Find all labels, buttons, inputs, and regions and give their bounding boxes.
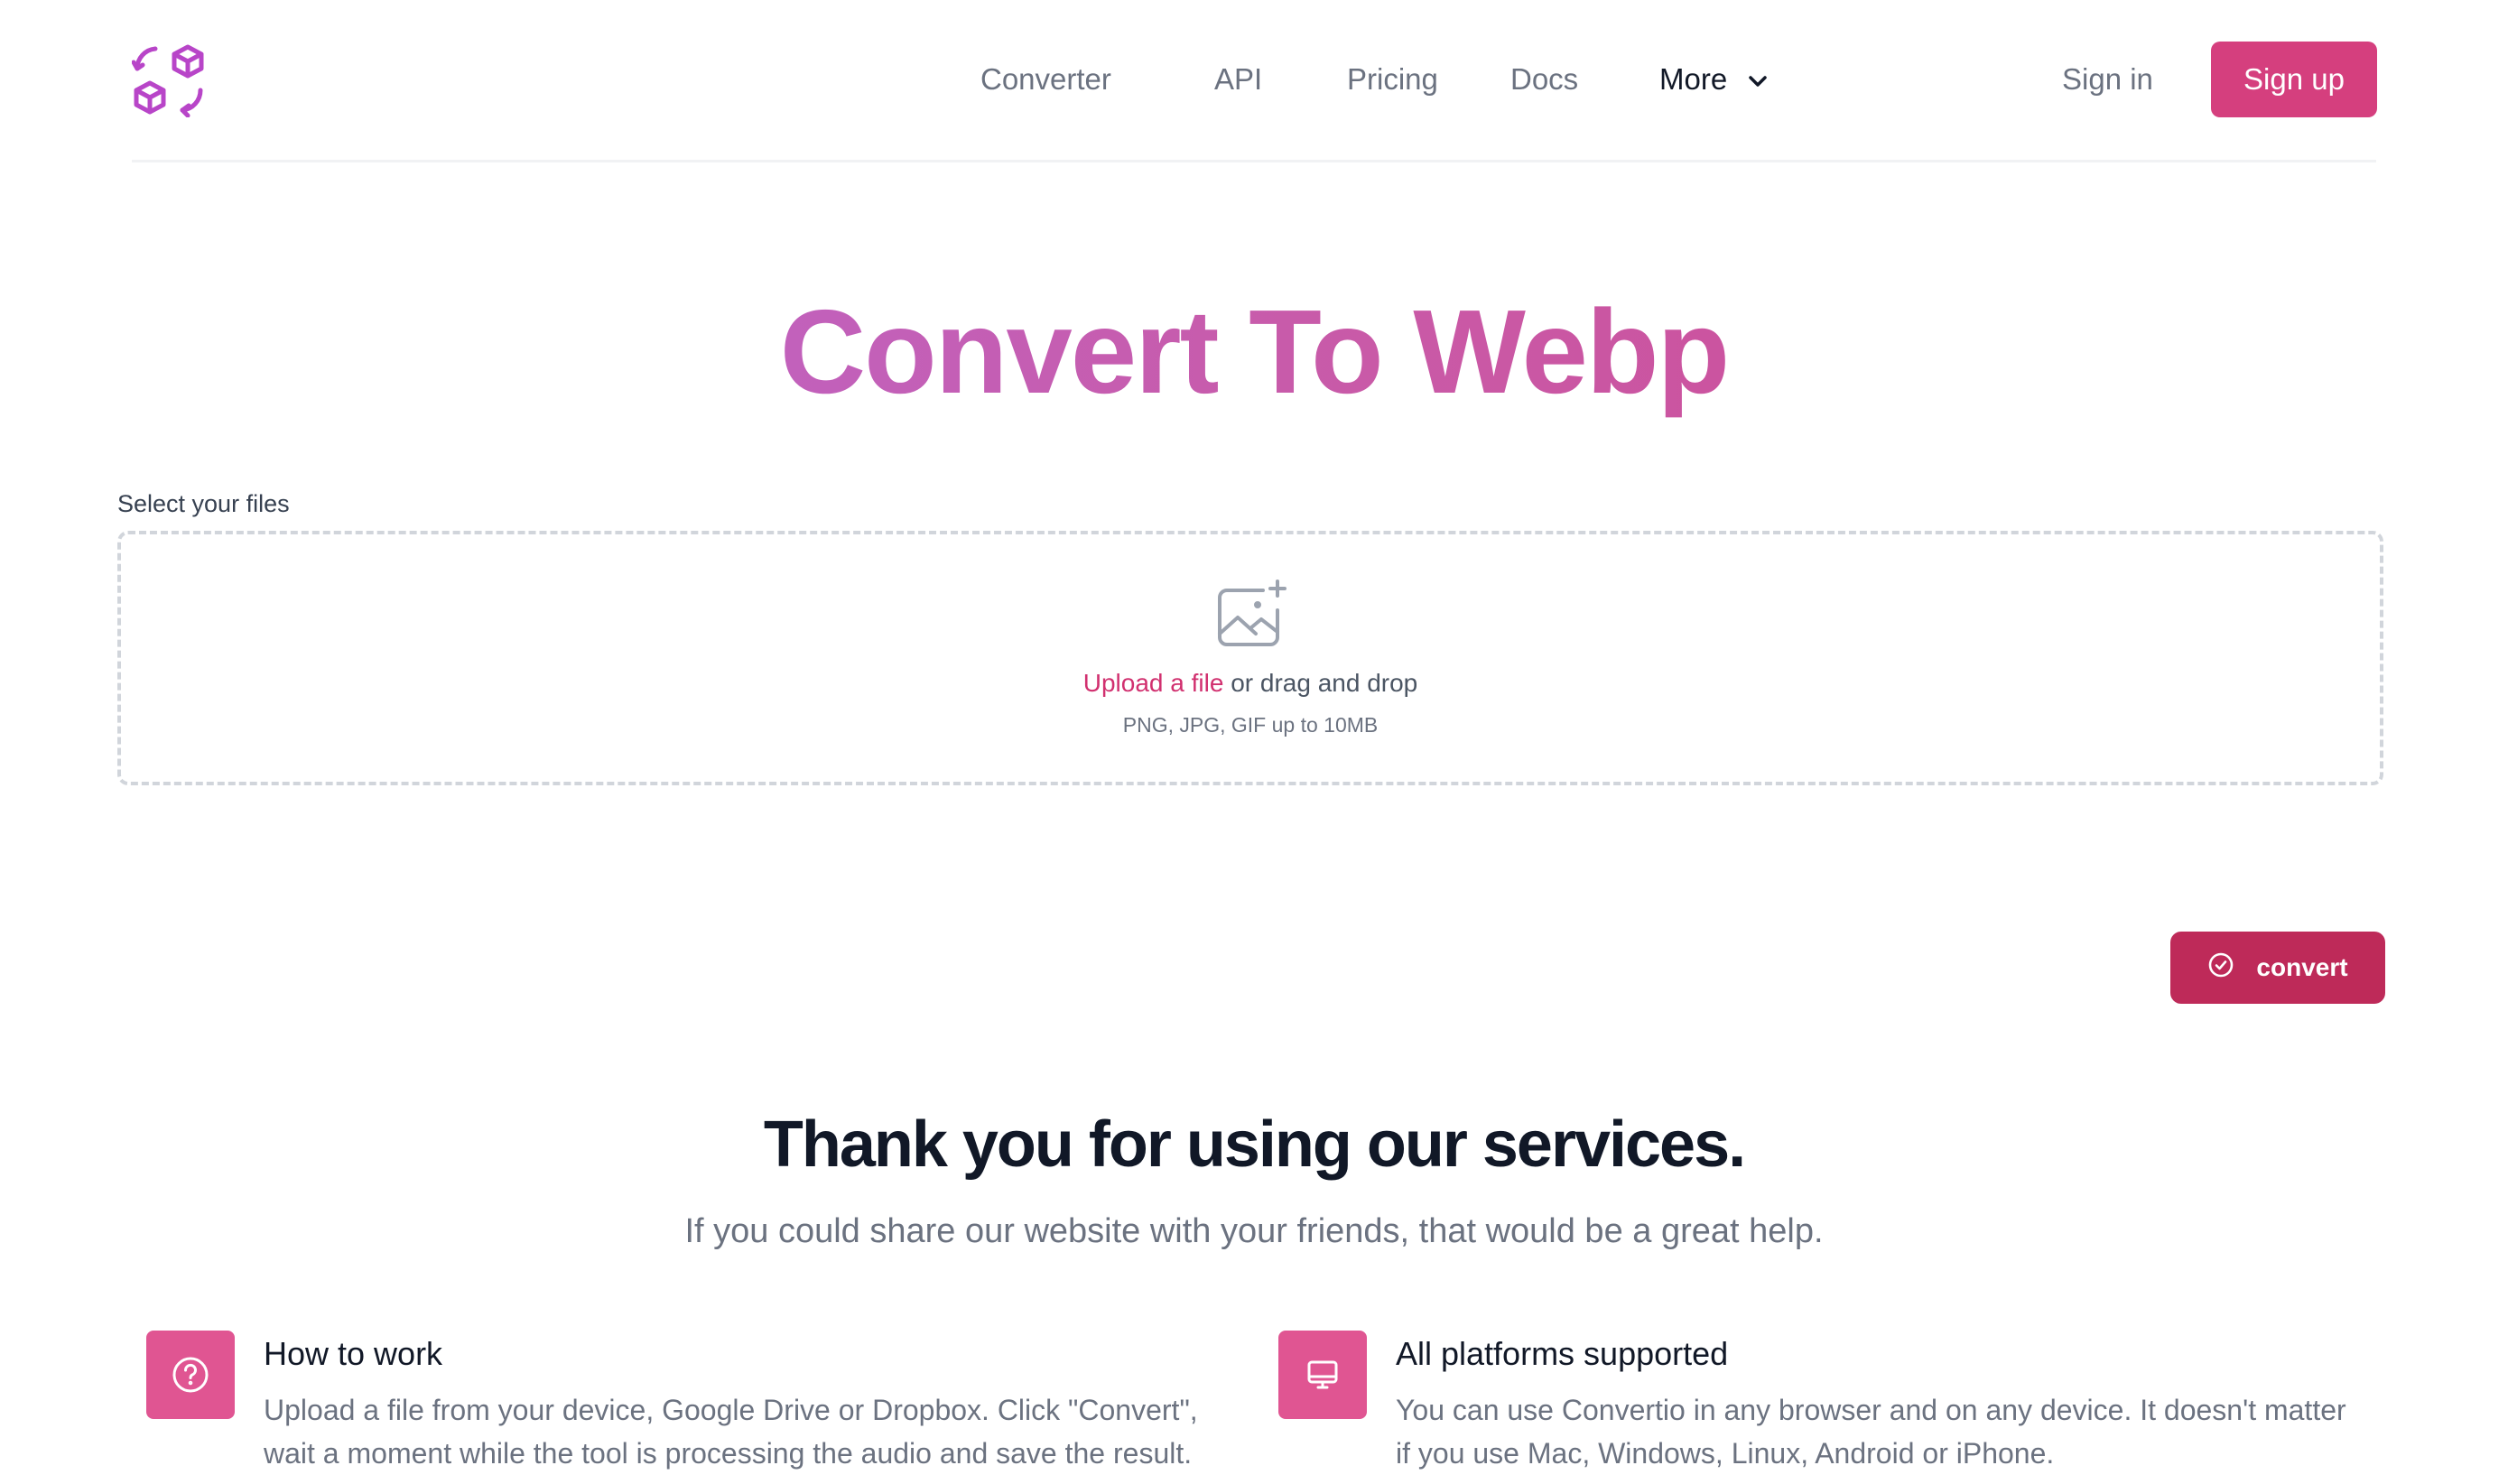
nav-docs-link[interactable]: Docs xyxy=(1510,60,1578,99)
image-add-icon xyxy=(1216,578,1290,650)
desktop-icon xyxy=(1278,1331,1367,1419)
page-title: Convert To Webp xyxy=(0,280,2508,424)
upload-instructions: Upload a file or drag and drop xyxy=(121,666,2380,700)
feature-description: Upload a file from your device, Google D… xyxy=(264,1394,1198,1470)
feature-title: How to work xyxy=(264,1335,443,1372)
thanks-heading: Thank you for using our services. xyxy=(763,1108,1746,1181)
feature-how-to-work: How to work Upload a file from your devi… xyxy=(146,1331,1198,1484)
file-type-hint: PNG, JPG, GIF up to 10MB xyxy=(1122,713,1379,737)
nav-pricing-link[interactable]: Pricing xyxy=(1347,60,1438,99)
nav-api-link[interactable]: API xyxy=(1214,60,1262,99)
drag-drop-text: or drag and drop xyxy=(1223,669,1418,697)
select-files-label: Select your files xyxy=(117,490,290,517)
file-dropzone[interactable]: Upload a file or drag and drop PNG, JPG,… xyxy=(117,531,2383,785)
chevron-down-icon xyxy=(1747,59,1769,98)
nav-converter-link[interactable]: Converter xyxy=(980,60,1111,99)
nav-more-label: More xyxy=(1659,62,1728,96)
sign-up-button[interactable]: Sign up xyxy=(2211,42,2377,117)
main-nav: Converter API Pricing Docs More xyxy=(132,0,2376,162)
nav-more-dropdown[interactable]: More xyxy=(1659,60,1769,99)
convert-button[interactable]: convert xyxy=(2170,932,2385,1004)
feature-title: All platforms supported xyxy=(1396,1335,1729,1372)
check-circle-icon xyxy=(2207,951,2234,985)
site-header: Converter API Pricing Docs More Sign in … xyxy=(131,0,2377,162)
sign-in-link[interactable]: Sign in xyxy=(2062,60,2153,99)
convert-button-label: convert xyxy=(2256,953,2348,981)
thanks-subtitle: If you could share our website with your… xyxy=(684,1212,1824,1250)
question-circle-icon xyxy=(146,1331,235,1419)
feature-description: You can use Convertio in any browser and… xyxy=(1396,1394,2346,1470)
upload-file-link[interactable]: Upload a file xyxy=(1083,669,1224,697)
feature-all-platforms: All platforms supported You can use Conv… xyxy=(1278,1331,2346,1484)
